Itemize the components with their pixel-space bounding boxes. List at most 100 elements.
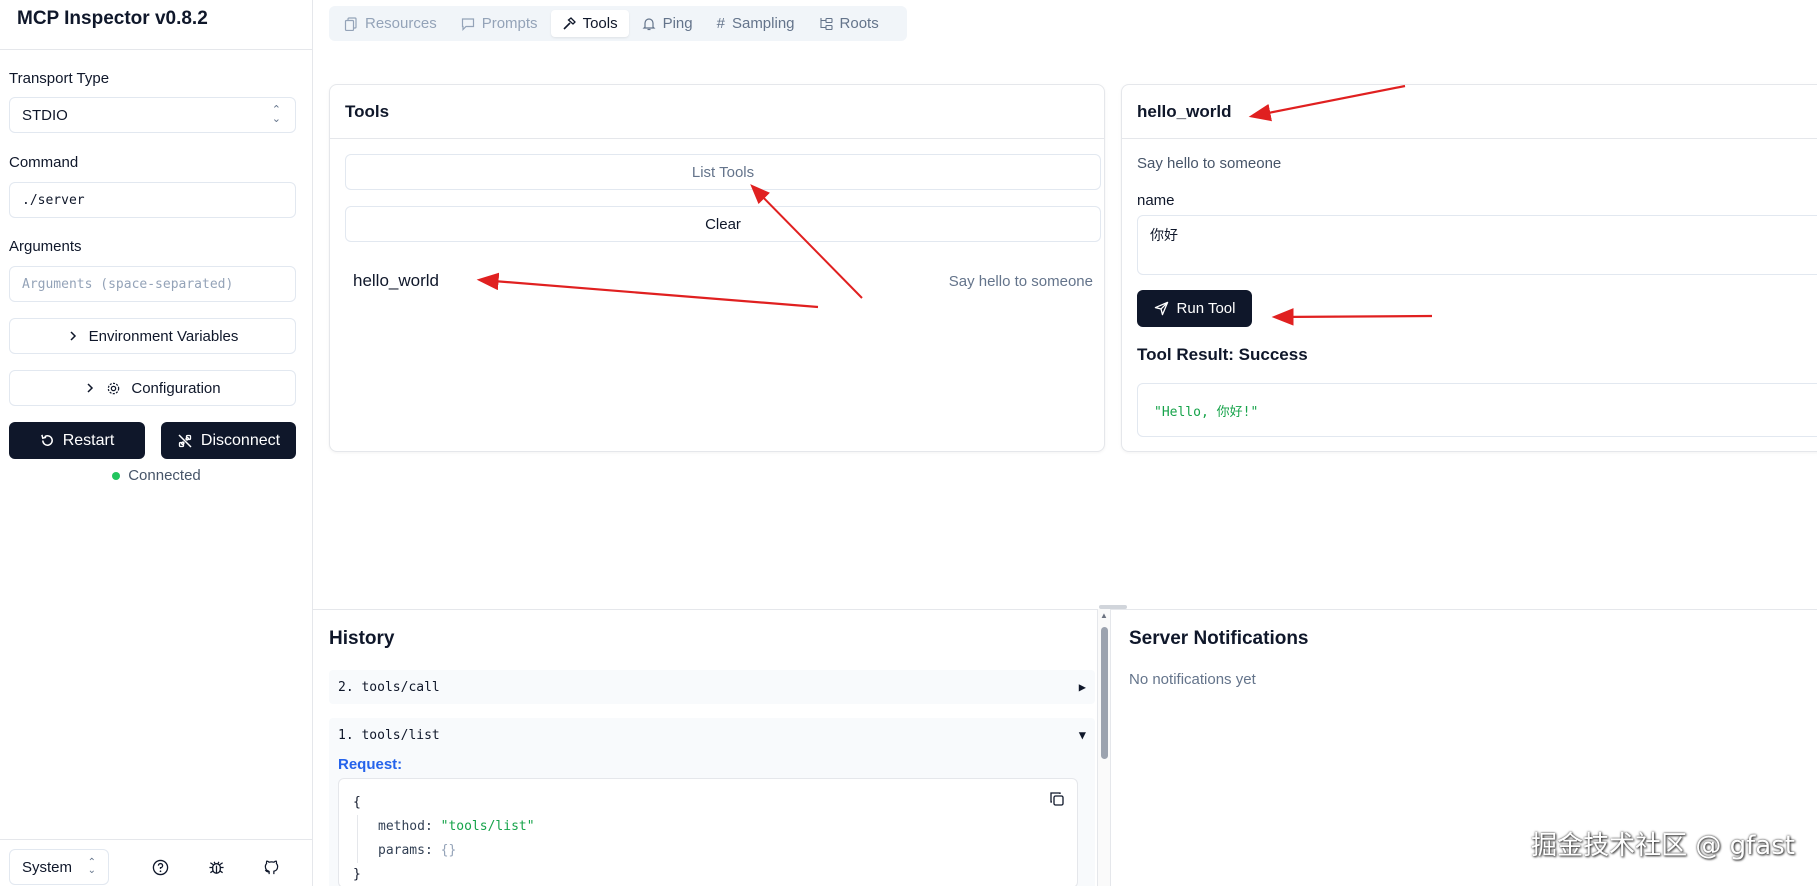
environment-variables-toggle[interactable]: Environment Variables [9, 318, 296, 354]
server-notifications-title: Server Notifications [1129, 628, 1309, 649]
hash-icon: # [716, 15, 725, 32]
tab-roots-label: Roots [839, 15, 879, 32]
bug-icon[interactable] [206, 857, 226, 877]
copy-icon[interactable] [1049, 791, 1065, 816]
disconnect-button[interactable]: Disconnect [161, 422, 296, 459]
notifications-empty-text: No notifications yet [1129, 671, 1256, 688]
chevrons-up-down-icon: ⌃ ⌄ [87, 857, 96, 876]
tab-prompts-label: Prompts [481, 15, 538, 32]
scrollbar-thumb[interactable] [1101, 627, 1108, 759]
history-item-label: 1. tools/list [338, 727, 440, 743]
arguments-input[interactable]: Arguments (space-separated) [9, 266, 296, 302]
param-name-input[interactable]: 你好 [1137, 215, 1817, 275]
restart-label: Restart [62, 431, 115, 449]
scroll-up-arrow-icon[interactable]: ▲ [1100, 611, 1108, 620]
sidebar: MCP Inspector v0.8.2 Transport Type STDI… [0, 0, 313, 886]
message-icon [461, 17, 474, 31]
gear-icon [108, 382, 120, 394]
history-title: History [329, 628, 395, 649]
tool-result-value: "Hello, 你好!" [1154, 404, 1259, 420]
history-item-label: 2. tools/call [338, 679, 440, 695]
code-line: } [353, 863, 1063, 886]
tab-bar: Resources Prompts Tools Ping # Sampling … [329, 6, 907, 41]
tab-tools[interactable]: Tools [550, 10, 629, 37]
collapse-toggle-icon[interactable]: ▼ [1079, 728, 1086, 742]
arguments-label: Arguments [9, 238, 82, 255]
transport-type-value: STDIO [22, 106, 68, 124]
tab-sampling-label: Sampling [731, 15, 795, 32]
rotate-ccw-icon [40, 434, 53, 446]
history-item-header[interactable]: 1. tools/list ▼ [329, 718, 1095, 752]
theme-value: System [22, 858, 73, 876]
tab-resources[interactable]: Resources [333, 10, 448, 37]
tool-name: hello_world [353, 271, 439, 290]
tool-detail-title: hello_world [1122, 85, 1817, 139]
command-input[interactable]: ./server [9, 182, 296, 218]
tools-card: Tools List Tools Clear hello_world Say h… [329, 84, 1105, 452]
github-icon[interactable] [261, 857, 281, 877]
status-dot [112, 472, 121, 481]
command-value: ./server [22, 192, 85, 208]
app-title: MCP Inspector v0.8.2 [17, 8, 208, 29]
configuration-toggle[interactable]: Configuration [9, 370, 296, 406]
connection-status: Connected [0, 467, 313, 484]
sidebar-header: MCP Inspector v0.8.2 [0, 0, 312, 50]
params-key: params: [378, 843, 433, 858]
list-tools-button[interactable]: List Tools [345, 154, 1101, 190]
expand-toggle-icon[interactable]: ▶ [1079, 680, 1086, 694]
tab-tools-label: Tools [582, 15, 618, 32]
folder-tree-icon [819, 17, 833, 30]
chevron-right-icon [70, 331, 76, 341]
tab-prompts[interactable]: Prompts [450, 10, 549, 37]
request-label: Request: [338, 756, 403, 773]
help-icon[interactable] [150, 857, 170, 877]
history-scrollbar[interactable]: ▲ [1097, 609, 1111, 886]
code-line: method: "tools/list" [357, 815, 1063, 839]
restart-button[interactable]: Restart [9, 422, 145, 459]
hammer-icon [562, 16, 576, 30]
watermark: 掘金技术社区 @ gfast [1531, 831, 1795, 861]
run-tool-button[interactable]: Run Tool [1137, 290, 1252, 327]
send-icon [1154, 301, 1168, 316]
tool-description: Say hello to someone [948, 272, 1093, 290]
history-item-expanded: 1. tools/list ▼ Request: { method: "tool… [329, 718, 1095, 886]
tool-list-item[interactable]: hello_world Say hello to someone [345, 266, 1101, 296]
disconnect-label: Disconnect [200, 431, 281, 449]
configuration-label: Configuration [131, 379, 221, 397]
tab-roots[interactable]: Roots [808, 10, 890, 37]
history-item[interactable]: 2. tools/call ▶ [329, 670, 1095, 704]
chevron-right-icon [87, 383, 94, 393]
tools-card-title: Tools [330, 85, 1104, 139]
bell-icon [642, 17, 656, 30]
theme-select[interactable]: System ⌃ ⌄ [9, 849, 109, 885]
chevrons-up-down-icon: ⌃ ⌄ [271, 104, 281, 125]
tool-detail-card: hello_world Say hello to someone name 你好… [1121, 84, 1817, 452]
command-label: Command [9, 154, 79, 171]
sidebar-footer: System ⌃ ⌄ [0, 839, 313, 886]
tool-result-title: Tool Result: Success [1137, 345, 1308, 364]
params-value: {} [440, 843, 457, 858]
tab-ping-label: Ping [662, 15, 693, 32]
tab-ping[interactable]: Ping [631, 10, 704, 37]
param-name-label: name [1137, 192, 1175, 209]
request-code-block: { method: "tools/list" params: {} } [338, 778, 1078, 886]
transport-type-select[interactable]: STDIO ⌃ ⌄ [9, 97, 296, 133]
code-line: { [353, 791, 1063, 815]
tab-resources-label: Resources [365, 15, 437, 32]
code-line: params: {} [357, 839, 1063, 863]
tab-sampling[interactable]: # Sampling [706, 10, 806, 37]
method-key: method: [378, 819, 433, 834]
tool-detail-description: Say hello to someone [1137, 155, 1282, 172]
tool-result-output: "Hello, 你好!" [1137, 383, 1817, 437]
clear-button[interactable]: Clear [345, 206, 1101, 242]
method-value: "tools/list" [440, 819, 535, 834]
connection-status-text: Connected [128, 467, 201, 484]
environment-variables-label: Environment Variables [88, 327, 239, 345]
unplug-icon [178, 433, 192, 448]
files-icon [344, 16, 357, 31]
transport-type-label: Transport Type [9, 70, 110, 87]
arguments-placeholder: Arguments (space-separated) [22, 276, 234, 292]
brace-open: { [353, 795, 361, 810]
run-tool-label: Run Tool [1176, 300, 1236, 317]
brace-close: } [353, 867, 361, 882]
